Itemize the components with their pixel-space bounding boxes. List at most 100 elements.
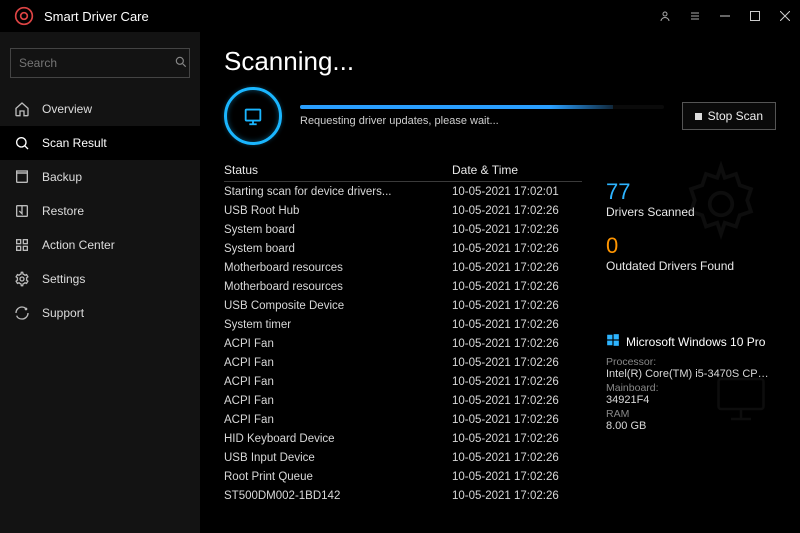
- row-datetime: 10-05-2021 17:02:26: [452, 471, 582, 483]
- row-datetime: 10-05-2021 17:02:26: [452, 262, 582, 274]
- system-info: Microsoft Windows 10 Pro Processor: Inte…: [606, 333, 776, 432]
- gear-bg-icon: [676, 159, 766, 252]
- table-row: ACPI Fan10-05-2021 17:02:26: [224, 372, 582, 391]
- sidebar-item-scan-result[interactable]: Scan Result: [0, 126, 200, 160]
- row-status: Starting scan for device drivers...: [224, 186, 452, 198]
- minimize-button[interactable]: [710, 0, 740, 32]
- table-row: ST500DM002-1BD14210-05-2021 17:02:26: [224, 486, 582, 505]
- table-row: USB Input Device10-05-2021 17:02:26: [224, 448, 582, 467]
- row-datetime: 10-05-2021 17:02:26: [452, 224, 582, 236]
- sidebar-item-label: Action Center: [42, 238, 115, 252]
- row-datetime: 10-05-2021 17:02:26: [452, 376, 582, 388]
- row-datetime: 10-05-2021 17:02:26: [452, 414, 582, 426]
- main-panel: Scanning... Requesting driver updates, p…: [200, 32, 800, 533]
- titlebar: Smart Driver Care: [0, 0, 800, 32]
- stats-panel: 77 Drivers Scanned 0 Outdated Drivers Fo…: [606, 159, 776, 523]
- sidebar-item-label: Backup: [42, 170, 82, 184]
- table-row: Starting scan for device drivers...10-05…: [224, 182, 582, 201]
- row-datetime: 10-05-2021 17:02:26: [452, 243, 582, 255]
- scan-log-body[interactable]: Starting scan for device drivers...10-05…: [224, 182, 582, 523]
- row-datetime: 10-05-2021 17:02:26: [452, 433, 582, 445]
- table-row: ACPI Fan10-05-2021 17:02:26: [224, 353, 582, 372]
- close-button[interactable]: [770, 0, 800, 32]
- table-row: ACPI Fan10-05-2021 17:02:26: [224, 410, 582, 429]
- row-status: USB Composite Device: [224, 300, 452, 312]
- table-row: Motherboard resources10-05-2021 17:02:26: [224, 258, 582, 277]
- sidebar-item-settings[interactable]: Settings: [0, 262, 200, 296]
- row-datetime: 10-05-2021 17:02:26: [452, 319, 582, 331]
- windows-icon: [606, 333, 620, 350]
- stop-scan-button[interactable]: Stop Scan: [682, 102, 776, 130]
- row-datetime: 10-05-2021 17:02:26: [452, 452, 582, 464]
- nav-icon: [14, 101, 30, 117]
- column-header-status: Status: [224, 163, 452, 177]
- nav-icon: [14, 203, 30, 219]
- row-status: USB Input Device: [224, 452, 452, 464]
- nav-icon: [14, 237, 30, 253]
- table-row: Root Print Queue10-05-2021 17:02:26: [224, 467, 582, 486]
- search-icon: [174, 55, 188, 72]
- sidebar-item-support[interactable]: Support: [0, 296, 200, 330]
- sidebar-item-overview[interactable]: Overview: [0, 92, 200, 126]
- scan-title: Scanning...: [224, 46, 776, 77]
- row-datetime: 10-05-2021 17:02:26: [452, 490, 582, 502]
- sidebar-item-backup[interactable]: Backup: [0, 160, 200, 194]
- sidebar-item-label: Restore: [42, 204, 84, 218]
- search-box[interactable]: [10, 48, 190, 78]
- app-title: Smart Driver Care: [44, 9, 650, 24]
- table-row: System board10-05-2021 17:02:26: [224, 220, 582, 239]
- user-icon[interactable]: [650, 0, 680, 32]
- row-status: ACPI Fan: [224, 395, 452, 407]
- table-row: USB Composite Device10-05-2021 17:02:26: [224, 296, 582, 315]
- sidebar-item-label: Support: [42, 306, 84, 320]
- row-status: System board: [224, 224, 452, 236]
- row-status: Motherboard resources: [224, 281, 452, 293]
- row-status: USB Root Hub: [224, 205, 452, 217]
- stop-icon: [695, 113, 702, 120]
- sidebar: Overview Scan Result Backup Restore Action C…: [0, 32, 200, 533]
- maximize-button[interactable]: [740, 0, 770, 32]
- nav-icon: [14, 271, 30, 287]
- row-status: Motherboard resources: [224, 262, 452, 274]
- row-status: ACPI Fan: [224, 376, 452, 388]
- row-datetime: 10-05-2021 17:02:26: [452, 395, 582, 407]
- table-row: ACPI Fan10-05-2021 17:02:26: [224, 391, 582, 410]
- row-status: System timer: [224, 319, 452, 331]
- row-datetime: 10-05-2021 17:02:01: [452, 186, 582, 198]
- row-datetime: 10-05-2021 17:02:26: [452, 281, 582, 293]
- row-datetime: 10-05-2021 17:02:26: [452, 300, 582, 312]
- table-row: ACPI Fan10-05-2021 17:02:26: [224, 334, 582, 353]
- menu-icon[interactable]: [680, 0, 710, 32]
- monitor-bg-icon: [706, 369, 776, 432]
- row-datetime: 10-05-2021 17:02:26: [452, 205, 582, 217]
- table-row: USB Root Hub10-05-2021 17:02:26: [224, 201, 582, 220]
- row-datetime: 10-05-2021 17:02:26: [452, 357, 582, 369]
- row-status: System board: [224, 243, 452, 255]
- nav-icon: [14, 169, 30, 185]
- table-row: HID Keyboard Device10-05-2021 17:02:26: [224, 429, 582, 448]
- search-input[interactable]: [19, 56, 174, 70]
- nav-icon: [14, 305, 30, 321]
- row-datetime: 10-05-2021 17:02:26: [452, 338, 582, 350]
- sidebar-item-label: Settings: [42, 272, 85, 286]
- row-status: ACPI Fan: [224, 357, 452, 369]
- row-status: ACPI Fan: [224, 414, 452, 426]
- os-name: Microsoft Windows 10 Pro: [626, 335, 765, 349]
- row-status: HID Keyboard Device: [224, 433, 452, 445]
- table-row: Motherboard resources10-05-2021 17:02:26: [224, 277, 582, 296]
- sidebar-item-restore[interactable]: Restore: [0, 194, 200, 228]
- scan-log-table: Status Date & Time Starting scan for dev…: [224, 159, 582, 523]
- outdated-label: Outdated Drivers Found: [606, 259, 776, 273]
- row-status: ACPI Fan: [224, 338, 452, 350]
- scan-icon: [224, 87, 282, 145]
- row-status: Root Print Queue: [224, 471, 452, 483]
- table-row: System timer10-05-2021 17:02:26: [224, 315, 582, 334]
- sidebar-item-label: Scan Result: [42, 136, 107, 150]
- column-header-datetime: Date & Time: [452, 163, 582, 177]
- table-row: System board10-05-2021 17:02:26: [224, 239, 582, 258]
- processor-label: Processor:: [606, 356, 776, 368]
- sidebar-item-label: Overview: [42, 102, 92, 116]
- app-logo-icon: [14, 6, 34, 26]
- nav-icon: [14, 135, 30, 151]
- sidebar-item-action-center[interactable]: Action Center: [0, 228, 200, 262]
